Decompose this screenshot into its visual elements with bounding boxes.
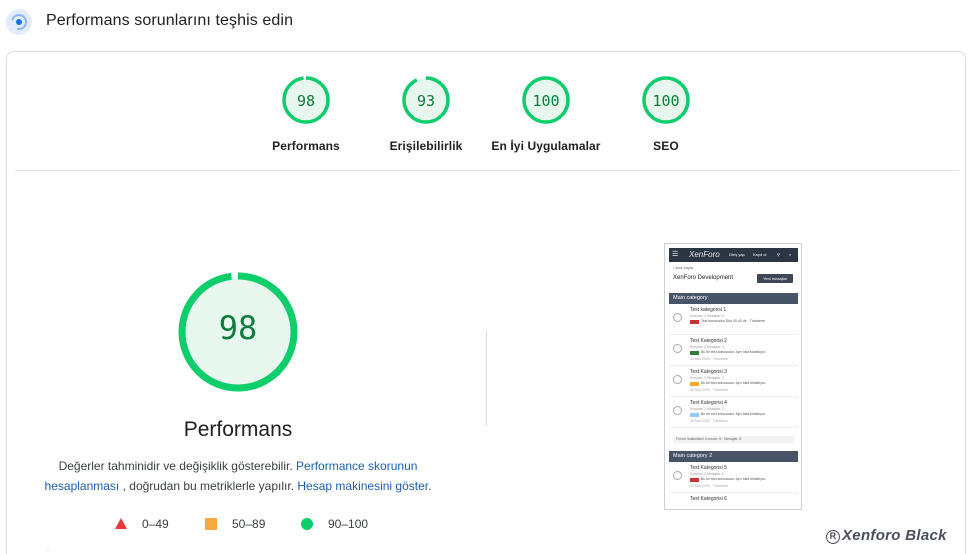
row-date: 30 Mar 2025 · Tritoninen [690,357,729,361]
row-latest: Bu bir test konusudur. Ayrı tıkla tıklat… [701,477,766,481]
page-screenshot-thumbnail[interactable]: ☰ XenForo Giriş yap Kayıt ol ⚲ ⌕ ‹ Ana s… [664,243,802,510]
forum-icon [673,375,682,384]
legend-range: 0–49 [142,517,169,531]
row-title: Test Kategorisi 2 [690,338,727,344]
gauge-score: 100 [532,92,560,110]
forum-icon [673,344,682,353]
row-title: Test Kategorisi 3 [690,369,727,375]
row-meta: Konular: 3 Mesajlar: 5 [690,314,725,318]
bottom-mark: · [47,548,49,554]
score-legend: 0–49 50–89 90–100 [115,515,475,535]
thumb-forum-row: Test Kategorisi 4 Konular: 1 Mesajlar: 2… [669,398,798,428]
row-meta: Konular: 3 Mesajlar: 4 [690,345,725,349]
report-card: 98 Performans 93 Erişilebilirlik 100 En … [6,51,966,554]
section-title: Performans sorunlarını teşhis edin [46,12,294,29]
row-title: Test Kategorisi 6 [690,496,727,502]
forum-icon [673,471,682,480]
row-latest: Bu bir test konusudur. Ayrı tıkla tıklat… [701,412,766,416]
triangle-icon [115,518,127,529]
prefix-badge [690,351,699,355]
performance-main-gauge: 98 [177,271,299,393]
vertical-separator [486,330,487,426]
row-title: Test kategorisi 1 [690,307,727,313]
prefix-badge [690,382,699,386]
description-text-2: , doğrudan bu metriklerle yapılır. [122,479,295,493]
thumb-register: Kayıt ol [753,252,767,257]
row-date: 30 Mar 2025 · Tritoninen [690,419,729,423]
row-title: Test Kategorisi 5 [690,465,727,471]
gauge-accessibility[interactable]: 93 Erişilebilirlik [356,75,496,153]
thumb-forum-stats: Forum istatistikleri Konular: 8 · Mesajl… [673,436,794,443]
gauge-label: Erişilebilirlik [389,139,463,153]
thumb-forum-row: Test kategorisi 1 Konular: 3 Mesajlar: 5… [669,305,798,335]
thumb-new-posts-button: Yeni mesajlar [757,274,793,283]
circle-icon [301,518,313,530]
prefix-badge [690,320,699,324]
category-gauges: 98 Performans 93 Erişilebilirlik 100 En … [7,52,965,172]
legend-range: 50–89 [232,517,266,531]
calculator-link[interactable]: Hesap makinesini göster [297,479,428,493]
prefix-badge [690,478,699,482]
watermark: R Xenforo Black [826,527,947,544]
search-icon: ⌕ [789,252,792,257]
main-score: 98 [218,309,258,347]
gauge-best-practices[interactable]: 100 En İyi Uygulamalar [476,75,616,153]
thumb-breadcrumb: ‹ Ana sayfa [673,265,694,270]
forum-icon [673,313,682,322]
row-latest: Bu bir test konusudur. Ayrı tıkla tıklat… [701,350,766,354]
lighthouse-gauge-icon [6,9,32,35]
row-meta: Konular: 1 Mesajlar: 1 [690,376,725,380]
square-icon [205,518,217,530]
gauge-seo[interactable]: 100 SEO [596,75,736,153]
description-text: Değerler tahminidir ve değişiklik göster… [58,459,293,473]
gauge-score: 100 [652,92,680,110]
registered-icon: R [826,530,840,544]
thumb-category: Main category [669,293,798,304]
thumb-category: Main category 2 [669,451,798,462]
row-date: 30 Mar 2025 · Tritoninen [690,484,729,488]
forum-icon [673,406,682,415]
main-title: Performans [183,418,293,441]
gauge-performance[interactable]: 98 Performans [236,75,376,153]
thumb-forum-title: XenForo Development [673,275,734,281]
hamburger-icon: ☰ [672,251,679,258]
thumb-login: Giriş yap [729,252,745,257]
row-latest: Bu bir test konusudur. Ayrı tıkla tıklat… [701,381,766,385]
gauge-label: SEO [653,139,679,153]
gauges-divider [15,170,959,171]
section-header: Performans sorunlarını teşhis edin [0,0,974,46]
row-meta: Konular: 1 Mesajlar: 2 [690,407,725,411]
row-title: Test Kategorisi 4 [690,400,727,406]
row-latest: Test konusudur Dün 00:40 de · Tritoninen [701,319,766,323]
thumb-navbar: ☰ XenForo Giriş yap Kayıt ol ⚲ ⌕ [669,248,798,262]
legend-range: 90–100 [328,517,369,531]
thumb-forum-row: Test Kategorisi 3 Konular: 1 Mesajlar: 1… [669,367,798,397]
gauge-score: 93 [416,92,436,110]
watermark-text: Xenforo Black [842,527,947,544]
gauge-label: En İyi Uygulamalar [491,139,601,153]
description-end: . [428,479,432,493]
score-description: Değerler tahminidir ve değişiklik göster… [37,456,439,496]
thumb-forum-row: Test Kategorisi 2 Konular: 3 Mesajlar: 4… [669,336,798,366]
gauge-label: Performans [272,139,340,153]
thumb-logo: XenForo [689,250,720,259]
row-meta: Konular: 3 Mesajlar: 5 [690,472,725,476]
gauge-score: 98 [296,92,316,110]
thumb-forum-row: Test Kategorisi 6 [669,494,798,509]
row-date: 30 Mar 2025 · Tritoninen [690,388,729,392]
prefix-badge [690,413,699,417]
bell-icon: ⚲ [777,252,780,257]
thumb-forum-row: Test Kategorisi 5 Konular: 3 Mesajlar: 5… [669,463,798,493]
